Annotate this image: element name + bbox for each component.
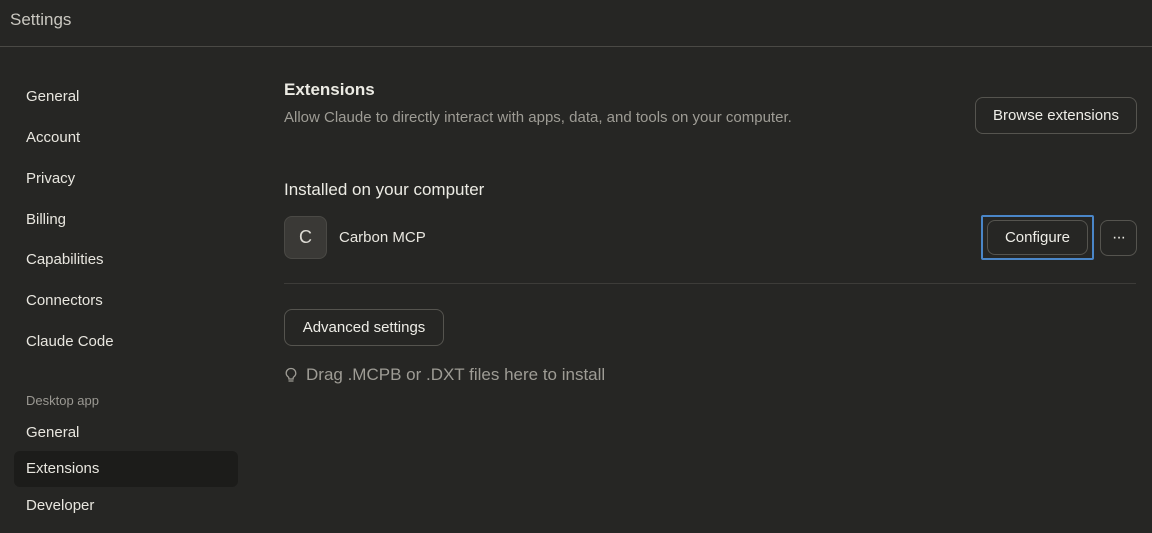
configure-button[interactable]: Configure (987, 220, 1088, 255)
sidebar-item-extensions[interactable]: Extensions (14, 451, 238, 487)
app-title: Settings (10, 10, 72, 29)
extensions-panel: Extensions Allow Claude to directly inte… (284, 47, 1138, 533)
page-description: Allow Claude to directly interact with a… (284, 109, 792, 126)
sidebar-item-privacy[interactable]: Privacy (14, 161, 238, 197)
sidebar-item-general[interactable]: General (14, 79, 238, 115)
sidebar-item-claude-code[interactable]: Claude Code (14, 324, 238, 360)
advanced-settings-button[interactable]: Advanced settings (284, 309, 444, 346)
sidebar-item-capabilities[interactable]: Capabilities (14, 242, 238, 278)
section-divider (284, 283, 1136, 284)
drop-zone-hint: Drag .MCPB or .DXT files here to install (284, 365, 605, 385)
drop-hint-text: Drag .MCPB or .DXT files here to install (306, 365, 606, 384)
settings-sidebar: General Account Privacy Billing Capabili… (0, 47, 250, 533)
extension-name: Carbon MCP (339, 229, 426, 246)
sidebar-item-developer[interactable]: Developer (14, 488, 238, 524)
sidebar-item-connectors[interactable]: Connectors (14, 283, 238, 319)
lightbulb-icon (284, 367, 298, 383)
sidebar-section-label: Desktop app (26, 393, 99, 408)
sidebar-item-billing[interactable]: Billing (14, 202, 238, 238)
page-title: Extensions (284, 80, 375, 99)
more-options-button[interactable]: ··· (1100, 220, 1137, 256)
installed-section-title: Installed on your computer (284, 180, 485, 199)
browse-extensions-button[interactable]: Browse extensions (975, 97, 1137, 134)
title-bar: Settings (0, 0, 1152, 47)
extension-avatar: C (284, 216, 327, 259)
sidebar-item-desktop-general[interactable]: General (14, 415, 238, 451)
sidebar-item-account[interactable]: Account (14, 120, 238, 156)
